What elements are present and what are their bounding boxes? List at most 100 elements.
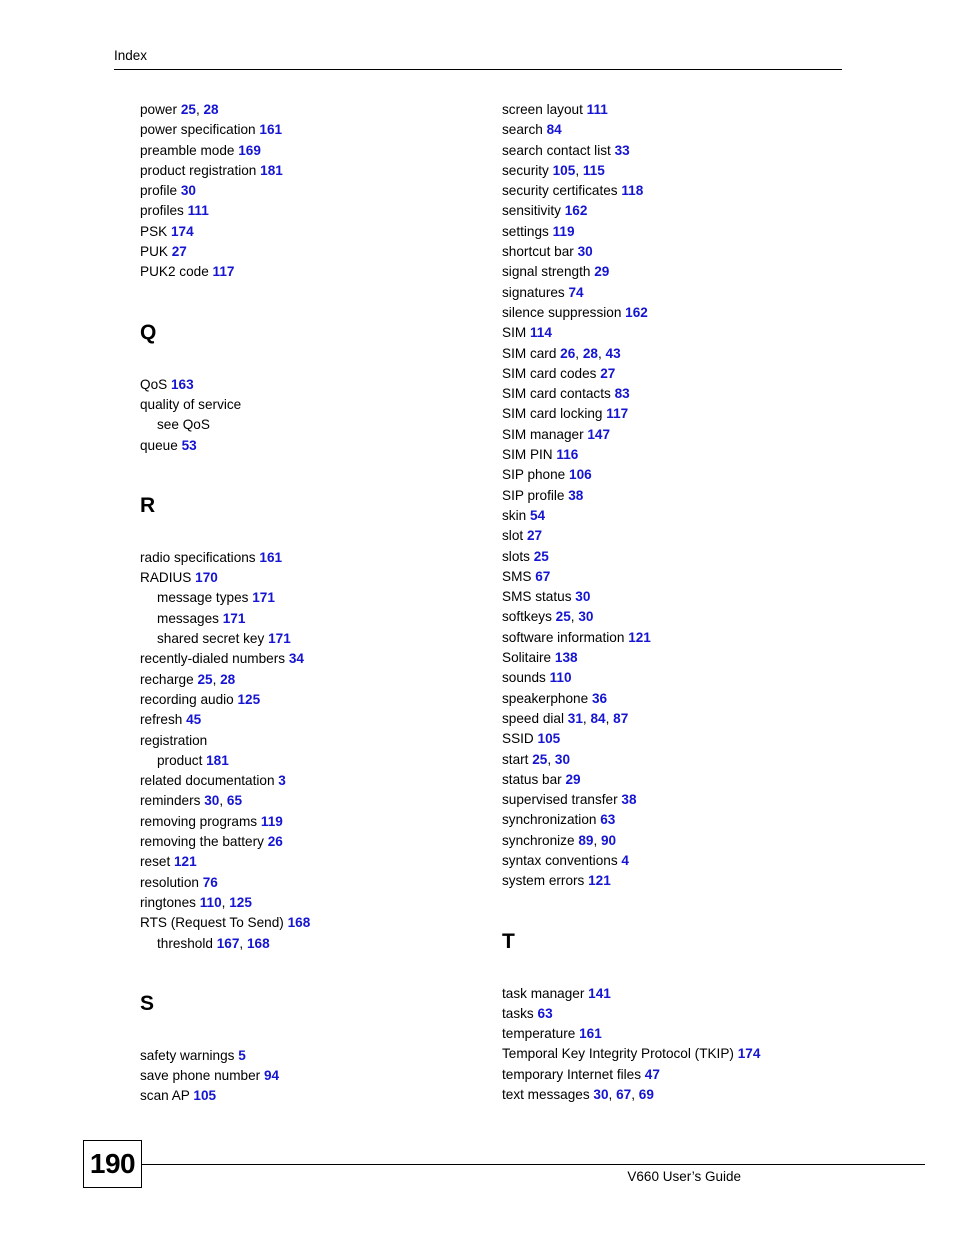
index-entry: related documentation 3: [140, 771, 490, 791]
page-reference-link[interactable]: 25: [534, 549, 549, 564]
page-reference-link[interactable]: 105: [193, 1088, 216, 1103]
page-reference-link[interactable]: 84: [547, 122, 562, 137]
page-reference-link[interactable]: 27: [600, 366, 615, 381]
page-reference-link[interactable]: 174: [738, 1046, 761, 1061]
page-reference-link[interactable]: 43: [606, 346, 621, 361]
page-reference-link[interactable]: 171: [268, 631, 291, 646]
page-reference-link[interactable]: 114: [530, 325, 552, 340]
page-reference-link[interactable]: 94: [264, 1068, 279, 1083]
page-reference-link[interactable]: 54: [530, 508, 545, 523]
page-reference-link[interactable]: 121: [628, 630, 651, 645]
page-reference-link[interactable]: 161: [579, 1026, 602, 1041]
page-reference-link[interactable]: 105: [538, 731, 561, 746]
page-reference-link[interactable]: 115: [583, 163, 605, 178]
page-reference-link[interactable]: 63: [538, 1006, 553, 1021]
page-reference-link[interactable]: 174: [171, 224, 194, 239]
page-reference-link[interactable]: 30: [555, 752, 570, 767]
page-reference-link[interactable]: 163: [171, 377, 194, 392]
page-reference-link[interactable]: 167: [217, 936, 240, 951]
page-reference-link[interactable]: 162: [625, 305, 648, 320]
page-reference-link[interactable]: 25: [197, 672, 212, 687]
page-reference-link[interactable]: 4: [621, 853, 629, 868]
page-reference-link[interactable]: 181: [260, 163, 283, 178]
page-reference-link[interactable]: 117: [606, 406, 628, 421]
page-reference-link[interactable]: 26: [560, 346, 575, 361]
page-reference-link[interactable]: 121: [588, 873, 611, 888]
page-reference-link[interactable]: 34: [289, 651, 304, 666]
page-reference-link[interactable]: 45: [186, 712, 201, 727]
page-reference-link[interactable]: 110: [200, 895, 222, 910]
page-reference-link[interactable]: 161: [259, 550, 282, 565]
page-reference-link[interactable]: 29: [594, 264, 609, 279]
page-reference-link[interactable]: 25: [181, 102, 196, 117]
index-entry-label: messages: [157, 610, 223, 626]
page-reference-link[interactable]: 141: [588, 986, 611, 1001]
page-reference-link[interactable]: 28: [583, 346, 598, 361]
page-reference-link[interactable]: 87: [613, 711, 628, 726]
page-reference-link[interactable]: 138: [555, 650, 578, 665]
page-reference-link[interactable]: 181: [206, 753, 229, 768]
page-reference-link[interactable]: 110: [550, 670, 572, 685]
page-reference-link[interactable]: 171: [252, 590, 275, 605]
page-reference-link[interactable]: 118: [621, 183, 643, 198]
page-reference-link[interactable]: 111: [587, 102, 608, 117]
page-reference-link[interactable]: 83: [615, 386, 630, 401]
page-reference-link[interactable]: 76: [203, 875, 218, 890]
page-reference-link[interactable]: 38: [621, 792, 636, 807]
page-reference-link[interactable]: 168: [247, 936, 270, 951]
page-reference-link[interactable]: 47: [645, 1067, 660, 1082]
page-reference-link[interactable]: 69: [639, 1087, 654, 1102]
page-reference-link[interactable]: 30: [575, 589, 590, 604]
page-reference-link[interactable]: 25: [556, 609, 571, 624]
page-reference-link[interactable]: 116: [556, 447, 578, 462]
page-reference-link[interactable]: 67: [616, 1087, 631, 1102]
page-reference-link[interactable]: 26: [268, 834, 283, 849]
page-reference-link[interactable]: 106: [569, 467, 592, 482]
page-reference-link[interactable]: 89: [578, 833, 593, 848]
page-reference-link[interactable]: 31: [568, 711, 583, 726]
page-reference-link[interactable]: 90: [601, 833, 616, 848]
index-entry: recently-dialed numbers 34: [140, 649, 490, 669]
page-reference-link[interactable]: 84: [590, 711, 605, 726]
page-reference-link[interactable]: 25: [532, 752, 547, 767]
index-entry-label: removing the battery: [140, 834, 268, 850]
page-reference-link[interactable]: 36: [592, 691, 607, 706]
page-reference-link[interactable]: 121: [174, 854, 197, 869]
page-reference-link[interactable]: 171: [223, 611, 246, 626]
page-reference-link[interactable]: 168: [288, 915, 311, 930]
page-reference-link[interactable]: 67: [535, 569, 550, 584]
page-reference-link[interactable]: 125: [229, 895, 252, 910]
page-reference-link[interactable]: 105: [553, 163, 576, 178]
page-reference-link[interactable]: 111: [188, 203, 209, 218]
page-reference-link[interactable]: 30: [593, 1087, 608, 1102]
page-reference-link[interactable]: 5: [238, 1048, 246, 1063]
page-reference-link[interactable]: 38: [568, 488, 583, 503]
page-reference-link[interactable]: 53: [182, 438, 197, 453]
page-reference-link[interactable]: 65: [227, 793, 242, 808]
page-reference-link[interactable]: 170: [195, 570, 218, 585]
page-reference-link[interactable]: 28: [204, 102, 219, 117]
page-reference-link[interactable]: 169: [238, 143, 261, 158]
page-reference-link[interactable]: 29: [565, 772, 580, 787]
page-reference-link[interactable]: 27: [527, 528, 542, 543]
page-reference-link[interactable]: 63: [600, 812, 615, 827]
page-reference-link[interactable]: 119: [553, 224, 575, 239]
page-reference-link[interactable]: 30: [578, 609, 593, 624]
page-reference-link[interactable]: 125: [238, 692, 261, 707]
page-reference-link[interactable]: 30: [204, 793, 219, 808]
index-entry: profile 30: [140, 181, 490, 201]
page-reference-link[interactable]: 161: [259, 122, 282, 137]
page-reference-link[interactable]: 27: [172, 244, 187, 259]
page-reference-link[interactable]: 30: [578, 244, 593, 259]
page-reference-link[interactable]: 162: [565, 203, 588, 218]
page-reference-link[interactable]: 33: [615, 143, 630, 158]
page-reference-link[interactable]: 117: [213, 264, 235, 279]
page-reference-link[interactable]: 119: [261, 814, 283, 829]
page-reference-link[interactable]: 30: [181, 183, 196, 198]
page-reference-link[interactable]: 147: [587, 427, 610, 442]
page-reference-link[interactable]: 74: [569, 285, 584, 300]
page-reference-link[interactable]: 3: [278, 773, 286, 788]
index-entry-label: SSID: [502, 731, 538, 747]
page-reference-link[interactable]: 28: [220, 672, 235, 687]
